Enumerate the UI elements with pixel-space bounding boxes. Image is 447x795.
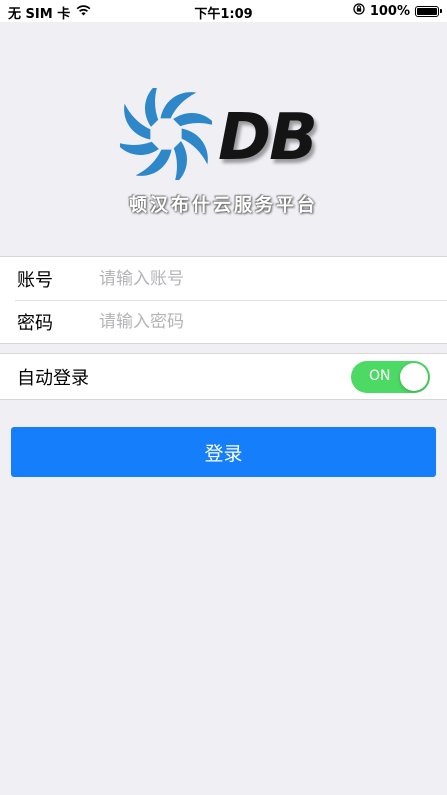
password-label: 密码 bbox=[17, 312, 53, 334]
account-row: 账号 bbox=[0, 257, 447, 300]
account-input[interactable] bbox=[99, 268, 447, 289]
login-form: 账号 密码 bbox=[0, 256, 447, 344]
battery-percent: 100% bbox=[369, 3, 410, 19]
auto-login-toggle[interactable]: ON bbox=[351, 360, 430, 393]
auto-login-label: 自动登录 bbox=[17, 367, 89, 389]
orientation-lock-icon bbox=[353, 3, 365, 19]
logo-subtitle: 顿汉布什云服务平台 bbox=[129, 195, 318, 216]
login-button[interactable]: 登录 bbox=[11, 427, 436, 477]
password-row: 密码 bbox=[0, 300, 447, 343]
logo-text: DB bbox=[218, 101, 318, 175]
status-bar: 无 SIM 卡 下午1:09 100% bbox=[0, 0, 447, 22]
status-right: 100% bbox=[353, 3, 442, 19]
battery-icon bbox=[415, 5, 442, 17]
password-input[interactable] bbox=[99, 311, 447, 332]
account-label: 账号 bbox=[17, 269, 53, 291]
toggle-on-text: ON bbox=[369, 367, 391, 384]
auto-login-row: 自动登录 ON bbox=[0, 353, 447, 400]
turbine-logo-icon bbox=[115, 83, 217, 185]
logo: DB 顿汉布什云服务平台 bbox=[0, 83, 447, 225]
toggle-knob bbox=[400, 362, 428, 391]
